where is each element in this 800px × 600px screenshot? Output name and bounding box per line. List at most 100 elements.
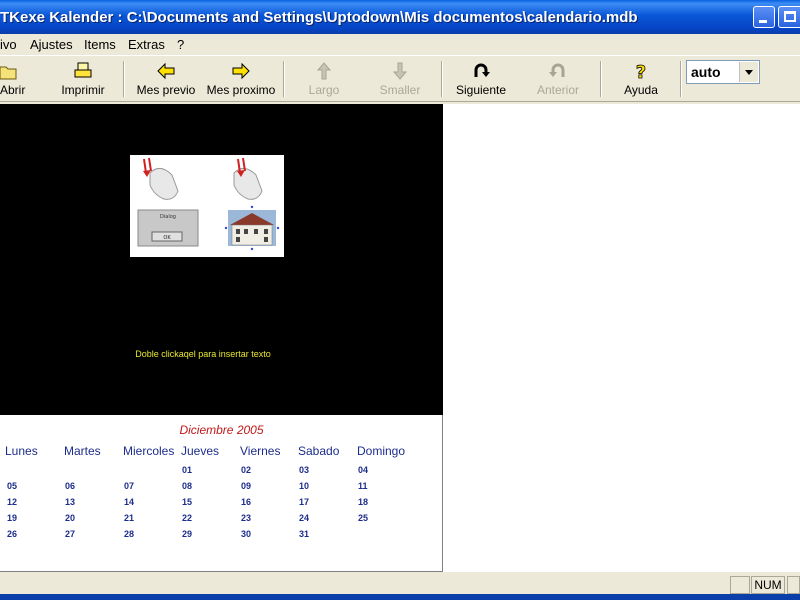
day-header: Jueves xyxy=(181,444,220,458)
menu-help[interactable]: ? xyxy=(177,37,184,52)
chevron-down-icon xyxy=(745,70,753,75)
maximize-icon xyxy=(784,11,796,22)
open-folder-icon xyxy=(0,66,17,80)
previous-month-button[interactable]: Mes previo xyxy=(133,56,199,101)
calendar-image-canvas[interactable]: Dialog OK Doble clickaqel para insertar … xyxy=(0,104,443,415)
calendar-day[interactable]: 11 xyxy=(358,481,368,491)
calendar-day[interactable]: 05 xyxy=(7,481,17,491)
calendar-day[interactable]: 08 xyxy=(182,481,192,491)
calendar-day[interactable]: 03 xyxy=(299,465,309,475)
calendar-day[interactable]: 13 xyxy=(65,497,75,507)
calendar-day[interactable]: 30 xyxy=(241,529,251,539)
calendar-day[interactable]: 23 xyxy=(241,513,251,523)
anterior-button[interactable]: Anterior xyxy=(530,56,586,101)
print-label: Imprimir xyxy=(61,83,105,97)
siguiente-label: Siguiente xyxy=(455,83,507,97)
status-bar: NUM xyxy=(0,574,800,594)
mouse-icon xyxy=(233,157,263,200)
window-title: TKexe Kalender : C:\Documents and Settin… xyxy=(0,9,638,26)
help-button[interactable]: ? Ayuda xyxy=(615,56,667,101)
menu-items[interactable]: Items xyxy=(84,37,116,52)
toolbar-separator xyxy=(283,61,285,97)
larger-label: Largo xyxy=(308,83,340,97)
toolbar: Abrir Imprimir Mes previo Mes proximo La… xyxy=(0,55,800,102)
calendar-day[interactable]: 07 xyxy=(124,481,134,491)
calendar-day[interactable]: 01 xyxy=(182,465,192,475)
svg-text:?: ? xyxy=(636,62,646,81)
previous-month-label: Mes previo xyxy=(136,83,196,97)
arrow-left-icon xyxy=(157,62,175,80)
menu-extras[interactable]: Extras xyxy=(128,37,165,52)
calendar-day[interactable]: 16 xyxy=(241,497,251,507)
calendar-day[interactable]: 17 xyxy=(299,497,309,507)
insert-text-hint[interactable]: Doble clickaqel para insertar texto xyxy=(0,349,406,359)
next-month-label: Mes proximo xyxy=(206,83,276,97)
calendar-day[interactable]: 31 xyxy=(299,529,309,539)
mouse-icon xyxy=(143,157,179,200)
calendar-day[interactable]: 22 xyxy=(182,513,192,523)
smaller-button[interactable]: Smaller xyxy=(372,56,428,101)
status-num: NUM xyxy=(751,576,785,594)
calendar-day[interactable]: 29 xyxy=(182,529,192,539)
menu-ajustes[interactable]: Ajustes xyxy=(30,37,73,52)
calendar-day[interactable]: 04 xyxy=(358,465,368,475)
preview-pane[interactable] xyxy=(443,104,800,572)
toolbar-separator xyxy=(441,61,443,97)
open-button[interactable]: Abrir xyxy=(0,56,26,101)
larger-button[interactable]: Largo xyxy=(296,56,352,101)
calendar-day[interactable]: 18 xyxy=(358,497,368,507)
house-photo-icon xyxy=(224,205,280,251)
siguiente-button[interactable]: Siguiente xyxy=(451,56,511,101)
calendar-day[interactable]: 28 xyxy=(124,529,134,539)
calendar-day[interactable]: 21 xyxy=(124,513,134,523)
toolbar-separator xyxy=(123,61,125,97)
calendar-day[interactable]: 12 xyxy=(7,497,17,507)
minimize-button[interactable] xyxy=(753,6,775,28)
anterior-label: Anterior xyxy=(536,83,580,97)
day-header: Miercoles xyxy=(123,444,175,458)
calendar-day[interactable]: 25 xyxy=(358,513,368,523)
arrow-up-icon xyxy=(316,62,332,80)
smaller-label: Smaller xyxy=(379,83,421,97)
calendar-day[interactable]: 27 xyxy=(65,529,75,539)
help-label: Ayuda xyxy=(624,83,658,97)
mouse-doubleclick-illustration: Dialog OK xyxy=(137,157,280,251)
menu-bar: ivo Ajustes Items Extras ? xyxy=(0,34,800,55)
calendar-day[interactable]: 24 xyxy=(299,513,309,523)
printer-icon xyxy=(74,62,92,78)
calendar-month-title: Diciembre 2005 xyxy=(179,423,264,437)
zoom-dropdown-button[interactable] xyxy=(739,62,758,82)
toolbar-separator xyxy=(680,61,682,97)
status-caps xyxy=(730,576,750,594)
day-header: Lunes xyxy=(5,444,38,458)
dialog-ok: OK xyxy=(163,235,171,241)
toolbar-separator xyxy=(600,61,602,97)
calendar-day[interactable]: 06 xyxy=(65,481,75,491)
calendar-day[interactable]: 26 xyxy=(7,529,17,539)
zoom-value: auto xyxy=(691,64,721,80)
zoom-select[interactable]: auto xyxy=(686,60,760,84)
dialog-title: Dialog xyxy=(160,214,176,220)
menu-archivo[interactable]: ivo xyxy=(0,37,17,52)
day-header: Sabado xyxy=(298,444,340,458)
calendar-day[interactable]: 09 xyxy=(241,481,251,491)
calendar-day[interactable]: 02 xyxy=(241,465,251,475)
calendar-day[interactable]: 20 xyxy=(65,513,75,523)
window-bottom-edge xyxy=(0,594,800,600)
print-button[interactable]: Imprimir xyxy=(54,56,112,101)
help-icon: ? xyxy=(635,62,646,81)
open-label: Abrir xyxy=(0,83,26,97)
calendar-grid: Diciembre 2005 Lunes Martes Miercoles Ju… xyxy=(0,415,443,572)
next-month-button[interactable]: Mes proximo xyxy=(205,56,277,101)
minimize-icon xyxy=(759,20,767,23)
image-placeholder[interactable]: Dialog OK xyxy=(130,155,284,257)
title-bar: TKexe Kalender : C:\Documents and Settin… xyxy=(0,0,800,34)
maximize-button[interactable] xyxy=(778,6,800,28)
next-icon xyxy=(474,63,490,77)
calendar-day[interactable]: 19 xyxy=(7,513,17,523)
previous-icon xyxy=(549,63,565,77)
calendar-day[interactable]: 10 xyxy=(299,481,309,491)
calendar-day[interactable]: 14 xyxy=(124,497,134,507)
arrow-down-icon xyxy=(392,62,408,80)
calendar-day[interactable]: 15 xyxy=(182,497,192,507)
